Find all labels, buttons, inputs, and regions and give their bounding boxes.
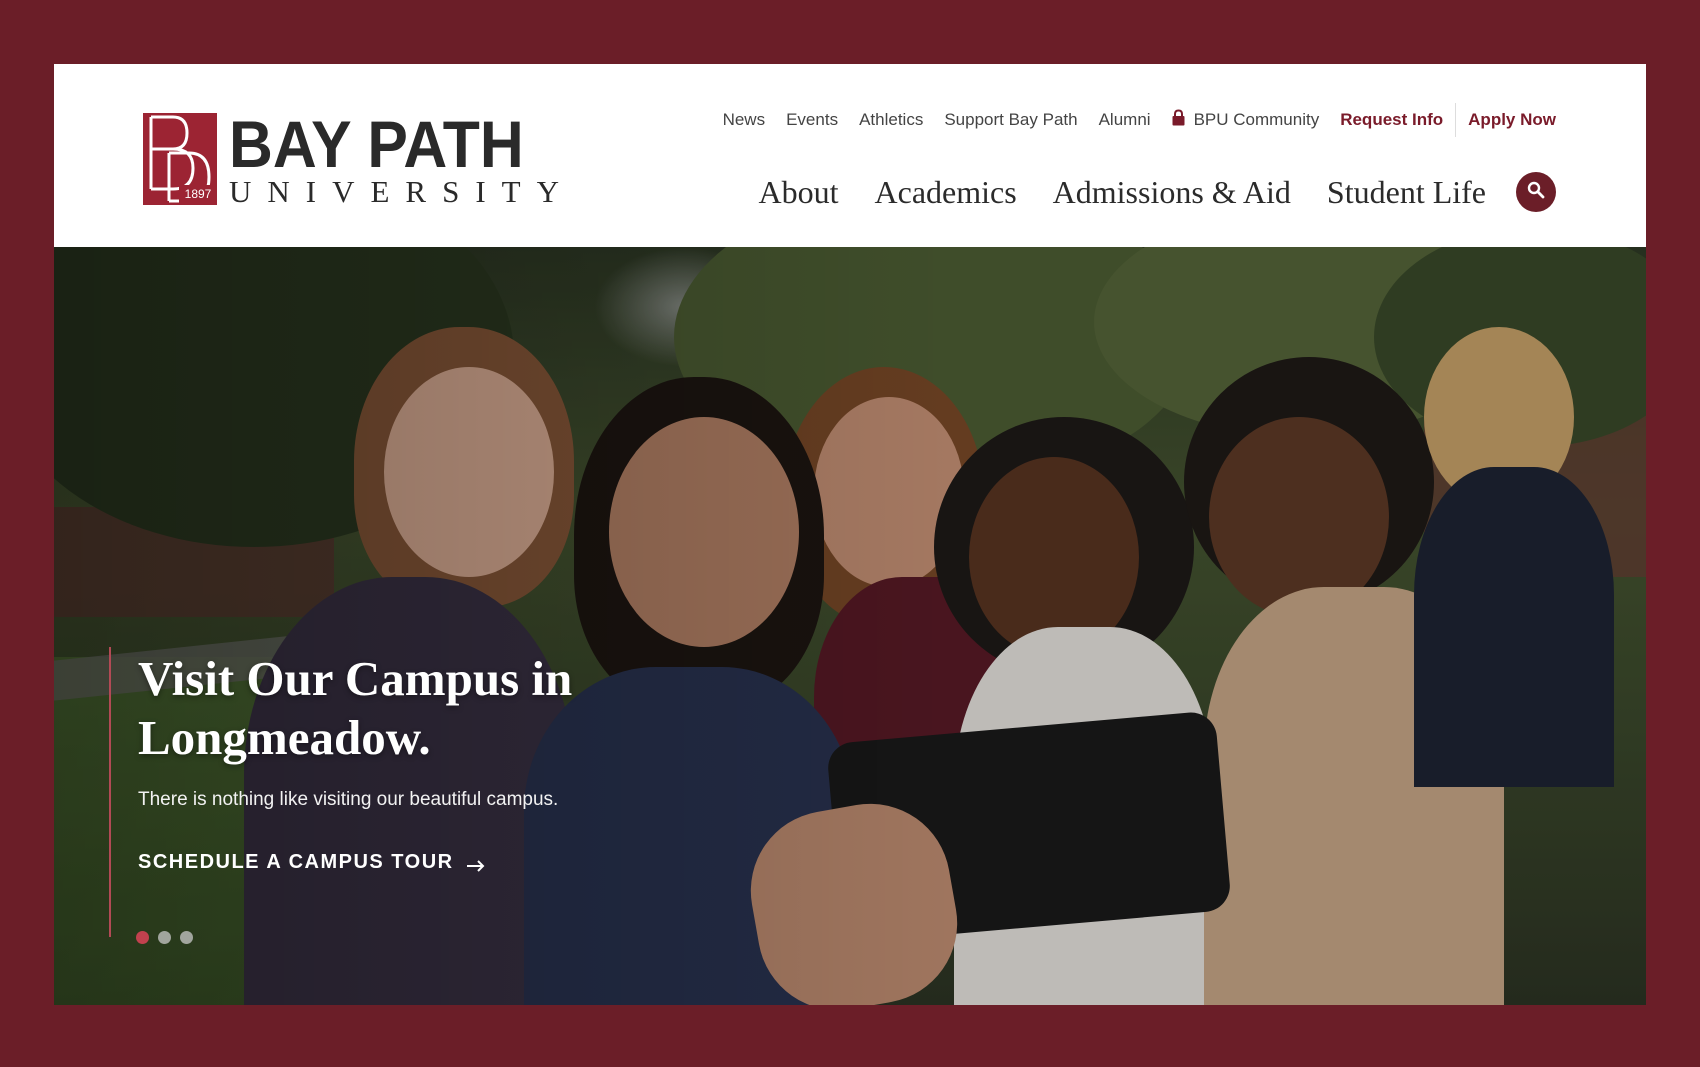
request-info-link[interactable]: Request Info <box>1340 110 1443 130</box>
nav-admissions-aid[interactable]: Admissions & Aid <box>1053 174 1291 211</box>
utility-link-alumni[interactable]: Alumni <box>1099 110 1151 130</box>
nav-about[interactable]: About <box>759 174 839 211</box>
schedule-tour-label: SCHEDULE A CAMPUS TOUR <box>138 851 454 873</box>
site-header: 1897 BAY PATH UNIVERSITY News Events Ath… <box>54 64 1646 247</box>
carousel-dots <box>136 931 202 944</box>
hero-title: Visit Our Campus in Longmeadow. <box>138 649 709 767</box>
apply-now-link[interactable]: Apply Now <box>1468 110 1556 130</box>
utility-link-news[interactable]: News <box>723 110 766 130</box>
hero-description: There is nothing like visiting our beaut… <box>138 789 559 810</box>
search-button[interactable] <box>1516 172 1556 212</box>
logo-subtitle: UNIVERSITY <box>229 174 575 209</box>
hero-title-line1: Visit Our Campus in <box>138 651 573 706</box>
carousel-dot-2[interactable] <box>158 931 171 944</box>
utility-link-community[interactable]: BPU Community <box>1172 109 1320 131</box>
logo-year: 1897 <box>184 187 212 201</box>
main-nav: About Academics Admissions & Aid Student… <box>759 172 1556 212</box>
logo-wordmark: BAY PATH <box>229 107 524 181</box>
schedule-tour-link[interactable]: SCHEDULE A CAMPUS TOUR <box>138 851 709 874</box>
arrow-right-icon <box>466 859 485 872</box>
utility-link-athletics[interactable]: Athletics <box>859 110 923 130</box>
hero-title-line2: Longmeadow. <box>138 710 431 765</box>
utility-link-events[interactable]: Events <box>786 110 838 130</box>
utility-link-support[interactable]: Support Bay Path <box>944 110 1077 130</box>
lock-icon <box>1172 109 1185 131</box>
logo-mark: 1897 <box>143 113 217 205</box>
hero-content: Visit Our Campus in Longmeadow. There is… <box>109 647 709 937</box>
nav-academics[interactable]: Academics <box>875 174 1017 211</box>
hero-banner: Visit Our Campus in Longmeadow. There is… <box>54 247 1646 1005</box>
nav-student-life[interactable]: Student Life <box>1327 174 1486 211</box>
search-icon <box>1527 181 1545 204</box>
carousel-dot-3[interactable] <box>180 931 193 944</box>
utility-nav: News Events Athletics Support Bay Path A… <box>723 102 1556 138</box>
community-label: BPU Community <box>1193 110 1320 129</box>
site-logo[interactable]: 1897 BAY PATH UNIVERSITY <box>143 107 575 209</box>
utility-divider <box>1455 103 1457 137</box>
browser-viewport: 1897 BAY PATH UNIVERSITY News Events Ath… <box>54 64 1646 1005</box>
carousel-dot-1[interactable] <box>136 931 149 944</box>
